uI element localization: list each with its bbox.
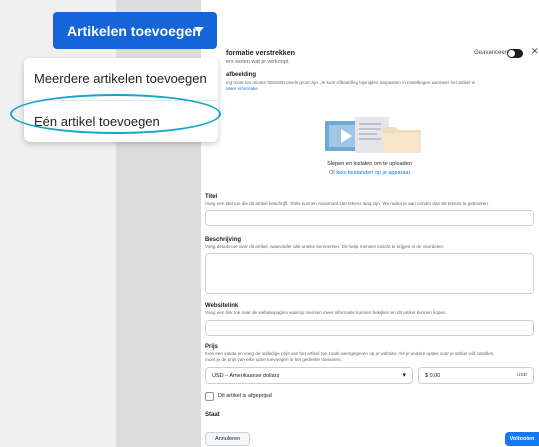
add-items-menu: Meerdere artikelen toevoegen Eén artikel… [24,58,218,142]
menu-divider [24,100,218,101]
add-items-button[interactable]: Artikelen toevoegen [53,12,217,49]
complete-button[interactable]: Voltooien [505,432,539,446]
currency-value: USD – Amerikaanse dollars [212,373,280,379]
modal-subtitle: ers weten wat je verkoopt. [226,59,290,65]
choose-files-row: Of kies bestanden op je apparaat [205,170,534,176]
choose-files-link[interactable]: kies bestanden op je apparaat [336,170,410,176]
modal-header: formatie verstrekken ers weten wat je ve… [201,44,539,70]
add-items-label: Artikelen toevoegen [67,22,201,39]
or-text: Of [328,170,335,176]
price-currency-suffix: USD [516,373,527,378]
price-value: $ 0,00 [425,373,441,379]
menu-item-add-one[interactable]: Eén artikel toevoegen [24,103,218,141]
modal-title: formatie verstrekken [226,50,295,57]
advanced-toggle[interactable] [507,49,523,58]
title-input[interactable] [205,210,534,226]
discount-checkbox[interactable] [205,392,214,401]
image-hint: ing moet ten minste 500x500 pixels groot… [226,80,475,85]
more-info-link[interactable]: Meer informatie [226,86,258,91]
drop-text: Slepen en loslaten om te uploaden [327,161,412,167]
website-hint: Voeg een link toe naar de websitepagina … [205,310,447,315]
advanced-label: Geavanceerd [474,50,511,56]
state-label: Staat [205,412,220,418]
close-icon[interactable]: ✕ [531,47,539,56]
menu-item-add-multiple[interactable]: Meerdere artikelen toevoegen [24,60,218,98]
website-input[interactable] [205,320,534,336]
caret-down-icon: ▾ [402,372,406,379]
image-label: afbeelding [226,72,257,78]
description-label: Beschrijving [205,237,242,243]
cancel-button[interactable]: Annuleren [205,432,250,446]
upload-illustration [325,117,421,153]
description-textarea[interactable] [205,253,534,294]
image-hint-link-row: Meer informatie [226,86,258,92]
description-hint: Voeg details toe over dit artikel, waaro… [205,244,445,249]
image-dropzone[interactable]: Slepen en loslaten om te uploaden Of kie… [205,95,534,179]
title-label: Titel [205,194,218,200]
price-label: Prijs [205,344,219,350]
currency-select[interactable]: USD – Amerikaanse dollars ▾ [205,367,413,384]
chevron-down-icon [194,27,204,33]
website-label: Websitelink [205,303,239,309]
modal-footer: Annuleren Voltooien [201,428,539,447]
add-item-modal: formatie verstrekken ers weten wat je ve… [201,0,539,447]
price-hint-2: moet je de prijs van elke optie toevoege… [205,357,342,362]
title-hint: Voeg een titel toe die dit artikel besch… [205,201,490,206]
discount-label: Dit artikel is afgeprijsd [218,393,272,399]
price-input[interactable]: $ 0,00 USD [418,367,534,384]
